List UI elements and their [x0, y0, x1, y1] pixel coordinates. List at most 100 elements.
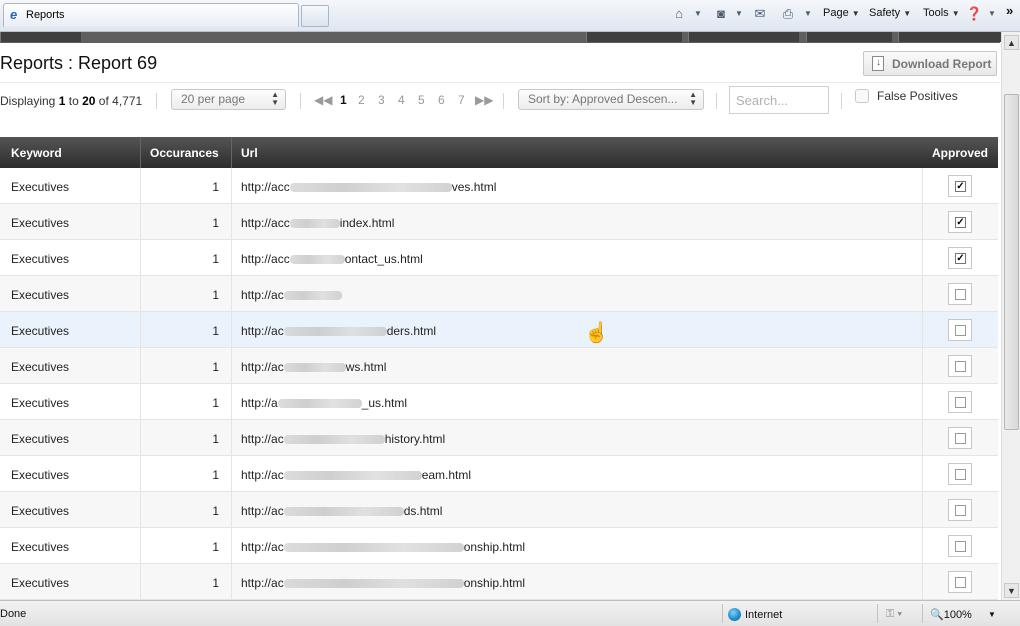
header-keyword[interactable]: Keyword	[11, 146, 62, 160]
table-row[interactable]: Executives 1 http://acc index.html ✓	[0, 204, 998, 240]
zoom-dropdown-icon[interactable]: ▼	[988, 610, 996, 619]
security-zone[interactable]: Internet	[728, 608, 782, 621]
approved-checkbox[interactable]	[948, 427, 972, 449]
nav-strip-item[interactable]	[806, 32, 892, 42]
column-divider	[922, 420, 923, 455]
browser-tab[interactable]: e Reports	[3, 3, 299, 27]
help-icon[interactable]: ❓	[966, 6, 982, 22]
approved-checkbox[interactable]: ✓	[948, 211, 972, 233]
keyword-cell: Executives	[11, 216, 70, 230]
redacted-url-segment	[283, 363, 346, 373]
safety-menu[interactable]: Safety ▼	[869, 7, 911, 19]
scroll-down-icon[interactable]: ▼	[1004, 583, 1019, 598]
url-cell[interactable]: http://ac	[241, 288, 342, 302]
approved-checkbox[interactable]	[948, 499, 972, 521]
page-link-7[interactable]: 7	[458, 93, 465, 107]
more-tools-button[interactable]: »	[1006, 3, 1013, 18]
mail-icon[interactable]: ✉	[752, 6, 768, 22]
false-positives-label: False Positives	[877, 89, 958, 103]
keyword-cell: Executives	[11, 576, 70, 590]
page-title: Reports : Report 69	[0, 53, 158, 73]
approved-checkbox[interactable]: ✓	[948, 247, 972, 269]
table-row[interactable]: Executives 1 http://a _us.html	[0, 384, 998, 420]
nav-strip-item[interactable]	[688, 32, 799, 42]
feeds-dropdown-icon[interactable]: ▼	[731, 6, 747, 22]
page-link-5[interactable]: 5	[418, 93, 425, 107]
url-cell[interactable]: http://ac ws.html	[241, 360, 386, 374]
nav-strip-item[interactable]	[0, 32, 81, 42]
scrollbar-thumb[interactable]	[1004, 94, 1019, 430]
table-row[interactable]: Executives 1 http://ac ds.html	[0, 492, 998, 528]
table-row[interactable]: Executives 1 http://ac ders.html	[0, 312, 998, 348]
nav-strip-item[interactable]	[586, 32, 682, 42]
help-dropdown-icon[interactable]: ▼	[984, 6, 1000, 22]
url-cell[interactable]: http://acc ves.html	[241, 180, 496, 194]
page-link-1[interactable]: 1	[340, 93, 347, 107]
table-row[interactable]: Executives 1 http://ac onship.html	[0, 564, 998, 600]
download-report-button[interactable]: Download Report	[863, 51, 997, 76]
zoom-control[interactable]: 🔍100%	[930, 608, 972, 621]
column-divider	[231, 240, 232, 275]
approved-checkbox[interactable]	[948, 571, 972, 593]
next-page-icon[interactable]: ▶▶	[475, 93, 493, 107]
header-divider	[231, 137, 232, 168]
page-link-2[interactable]: 2	[358, 93, 365, 107]
url-cell[interactable]: http://ac ds.html	[241, 504, 442, 518]
vertical-scrollbar[interactable]: ▲ ▼	[1001, 32, 1020, 600]
print-dropdown-icon[interactable]: ▼	[800, 6, 816, 22]
url-cell[interactable]: http://acc index.html	[241, 216, 394, 230]
url-cell[interactable]: http://ac history.html	[241, 432, 445, 446]
display-of-word: of	[98, 94, 109, 108]
keyword-cell: Executives	[11, 432, 70, 446]
column-divider	[231, 420, 232, 455]
url-cell[interactable]: http://ac eam.html	[241, 468, 471, 482]
column-divider	[922, 276, 923, 311]
header-url[interactable]: Url	[241, 146, 258, 160]
url-cell[interactable]: http://acc ontact_us.html	[241, 252, 423, 266]
divider	[156, 93, 157, 109]
column-divider	[231, 384, 232, 419]
table-row[interactable]: Executives 1 http://ac eam.html	[0, 456, 998, 492]
home-dropdown-icon[interactable]: ▼	[690, 6, 706, 22]
url-cell[interactable]: http://ac ders.html	[241, 324, 436, 338]
tools-menu[interactable]: Tools ▼	[923, 7, 960, 19]
approved-checkbox[interactable]	[948, 535, 972, 557]
table-row[interactable]: Executives 1 http://ac onship.html	[0, 528, 998, 564]
header-approved[interactable]: Approved	[932, 146, 988, 160]
redacted-url-segment	[289, 255, 345, 265]
redacted-url-segment	[277, 399, 362, 409]
approved-checkbox[interactable]	[948, 319, 972, 341]
home-icon[interactable]: ⌂	[671, 6, 687, 22]
approved-checkbox[interactable]	[948, 391, 972, 413]
page-link-6[interactable]: 6	[438, 93, 445, 107]
column-divider	[922, 456, 923, 491]
header-occurances[interactable]: Occurances	[150, 146, 219, 160]
search-input[interactable]	[729, 86, 829, 114]
protected-mode-icon[interactable]: ⚿ ▾	[886, 608, 902, 621]
nav-strip-item[interactable]	[898, 32, 1001, 42]
url-cell[interactable]: http://ac onship.html	[241, 576, 525, 590]
page-link-3[interactable]: 3	[378, 93, 385, 107]
url-prefix: http://acc	[241, 216, 290, 230]
table-row[interactable]: Executives 1 http://ac ws.html	[0, 348, 998, 384]
approved-checkbox[interactable]	[948, 463, 972, 485]
print-icon[interactable]: ⎙	[780, 6, 796, 22]
url-cell[interactable]: http://ac onship.html	[241, 540, 525, 554]
url-cell[interactable]: http://a _us.html	[241, 396, 407, 410]
previous-page-icon[interactable]: ◀◀	[314, 93, 332, 107]
approved-checkbox[interactable]	[948, 355, 972, 377]
table-row[interactable]: Executives 1 http://ac history.html	[0, 420, 998, 456]
approved-checkbox[interactable]: ✓	[948, 175, 972, 197]
new-tab-button[interactable]	[301, 5, 329, 27]
false-positives-checkbox[interactable]	[855, 89, 869, 103]
table-row[interactable]: Executives 1 http://ac	[0, 276, 998, 312]
table-row[interactable]: Executives 1 http://acc ves.html ✓	[0, 168, 998, 204]
feeds-icon[interactable]: ◙	[713, 6, 729, 22]
page-menu[interactable]: Page ▼	[823, 7, 860, 19]
approved-checkbox[interactable]	[948, 283, 972, 305]
sort-select[interactable]: Sort by: Approved Descen... ▲ ▼	[518, 89, 704, 110]
per-page-select[interactable]: 20 per page ▲ ▼	[171, 89, 286, 110]
scroll-up-icon[interactable]: ▲	[1004, 35, 1019, 50]
table-row[interactable]: Executives 1 http://acc ontact_us.html ✓	[0, 240, 998, 276]
page-link-4[interactable]: 4	[398, 93, 405, 107]
